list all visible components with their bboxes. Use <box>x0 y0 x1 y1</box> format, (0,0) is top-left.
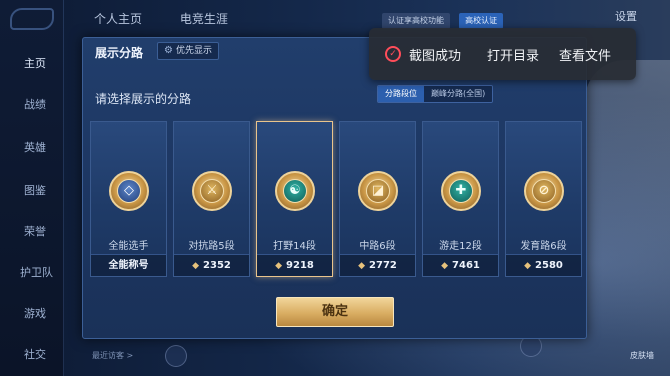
segment-peak-lane[interactable]: 巅峰分路(全国) <box>424 86 493 102</box>
lane-card-roam[interactable]: ✚ 游走12段 ◆ 7461 <box>422 121 499 277</box>
skin-wall-label[interactable]: 皮肤墙 <box>630 350 654 361</box>
segment-lane-rank[interactable]: 分路段位 <box>378 86 424 102</box>
dialog-title: 展示分路 <box>95 46 144 60</box>
card-score: 2352 <box>203 260 231 271</box>
screenshot-status: 截图成功 <box>409 49 462 64</box>
confirm-button[interactable]: 确定 <box>276 297 394 327</box>
score-diamond-icon: ◆ <box>275 261 283 271</box>
card-footer: ◆ 9218 <box>257 254 332 276</box>
open-directory-button[interactable]: 打开目录 <box>487 45 539 64</box>
card-title: 对抗路5段 <box>188 241 235 252</box>
sidebar-item-codex[interactable]: 图鉴 <box>0 182 64 198</box>
allround-badge-icon: ◇ <box>109 171 149 211</box>
card-footer: ◆ 7461 <box>423 254 498 276</box>
card-title: 中路6段 <box>359 241 396 252</box>
priority-display-button[interactable]: ⚙ 优先显示 <box>157 42 219 60</box>
score-diamond-icon: ◆ <box>358 261 366 271</box>
card-footer: ◆ 2352 <box>174 254 249 276</box>
screenshot-toast: ✓ 截图成功 打开目录 查看文件 <box>369 28 636 80</box>
priority-label: 优先显示 <box>175 46 212 56</box>
card-footer: ◆ 2772 <box>340 254 415 276</box>
card-score: 9218 <box>286 260 314 271</box>
clash-lane-badge-icon: ⚔ <box>192 171 232 211</box>
sidebar-item-honor[interactable]: 荣誉 <box>0 223 64 239</box>
farm-lane-badge-icon: ⊘ <box>524 171 564 211</box>
card-title: 游走12段 <box>439 241 482 252</box>
tab-profile[interactable]: 个人主页 <box>94 12 142 26</box>
card-title: 打野14段 <box>273 241 316 252</box>
card-footer: ◆ 2580 <box>506 254 581 276</box>
card-footer-text: 全能称号 <box>108 260 149 271</box>
recent-visitors-link[interactable]: 最近访客 > <box>92 350 133 361</box>
gear-icon: ⚙ <box>164 45 173 56</box>
success-check-icon: ✓ <box>385 46 401 62</box>
lane-display-dialog: 展示分路 ⚙ 优先显示 请选择展示的分路 分路段位 巅峰分路(全国) ◇ 全能选手… <box>82 37 587 339</box>
lane-card-farm[interactable]: ⊘ 发育路6段 ◆ 2580 <box>505 121 582 277</box>
sidebar-item-game[interactable]: 游戏 <box>0 305 64 321</box>
lane-card-jungle[interactable]: ☯ 打野14段 ◆ 9218 <box>256 121 333 277</box>
campus-feature-button[interactable]: 认证享高校功能 <box>382 13 450 29</box>
jungle-badge-icon: ☯ <box>275 171 315 211</box>
sidebar-item-record[interactable]: 战绩 <box>0 96 64 112</box>
sidebar-item-home[interactable]: 主页 <box>0 55 64 71</box>
lane-segment-toggle: 分路段位 巅峰分路(全国) <box>377 85 494 103</box>
tab-esports[interactable]: 电竞生涯 <box>180 12 228 26</box>
card-score: 2580 <box>535 260 563 271</box>
view-file-button[interactable]: 查看文件 <box>559 45 611 64</box>
lane-card-clash[interactable]: ⚔ 对抗路5段 ◆ 2352 <box>173 121 250 277</box>
top-right-buttons: 认证享高校功能 高校认证 <box>382 8 507 29</box>
card-footer: 全能称号 <box>91 254 166 276</box>
roam-badge-icon: ✚ <box>441 171 481 211</box>
sidebar: 主页 战绩 英雄 图鉴 荣誉 护卫队 游戏 社交 <box>0 0 64 376</box>
top-tabs: 个人主页 电竞生涯 <box>94 10 262 27</box>
settings-label[interactable]: 设置 <box>615 8 637 24</box>
card-title: 全能选手 <box>108 241 149 252</box>
score-diamond-icon: ◆ <box>192 261 200 271</box>
score-diamond-icon: ◆ <box>441 261 449 271</box>
game-logo-icon <box>10 8 54 30</box>
score-diamond-icon: ◆ <box>524 261 532 271</box>
card-title: 发育路6段 <box>520 241 567 252</box>
visitor-avatar-icon[interactable] <box>165 345 187 367</box>
mid-lane-badge-icon: ◪ <box>358 171 398 211</box>
sidebar-item-social[interactable]: 社交 <box>0 346 64 362</box>
hero-portrait <box>585 60 670 340</box>
lane-cards: ◇ 全能选手 全能称号 ⚔ 对抗路5段 ◆ 2352 ☯ 打野14段 ◆ 9218 … <box>90 121 582 277</box>
lane-card-mid[interactable]: ◪ 中路6段 ◆ 2772 <box>339 121 416 277</box>
card-score: 2772 <box>369 260 397 271</box>
card-score: 7461 <box>452 260 480 271</box>
dialog-subtitle: 请选择展示的分路 <box>95 92 192 106</box>
campus-verify-button[interactable]: 高校认证 <box>459 13 504 29</box>
lane-card-allround[interactable]: ◇ 全能选手 全能称号 <box>90 121 167 277</box>
sidebar-item-guard[interactable]: 护卫队 <box>0 264 64 280</box>
sidebar-item-hero[interactable]: 英雄 <box>0 139 64 155</box>
